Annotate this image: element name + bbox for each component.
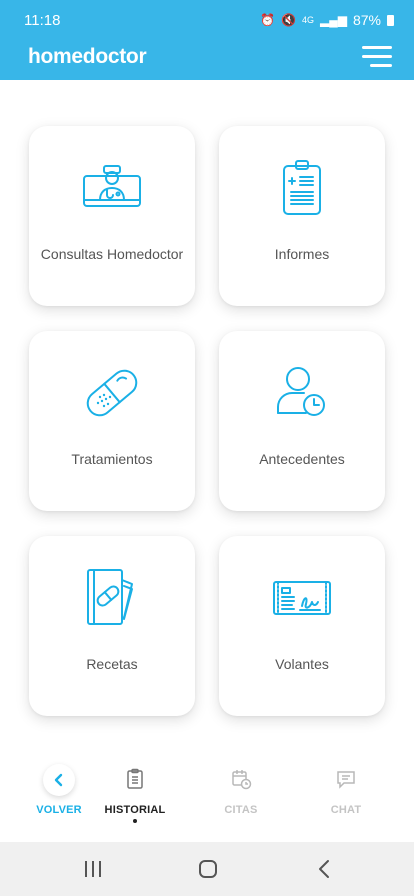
doctor-monitor-icon [83,165,141,207]
hamburger-menu-icon[interactable] [360,44,392,70]
signal-icon: ▂▄▆ [320,13,347,27]
app-header: homedoctor [0,44,414,80]
nav-label-chat: CHAT [330,804,362,816]
referral-slip-icon [273,581,331,615]
card-tratamientos[interactable]: Tratamientos [29,331,195,511]
chat-icon [337,771,355,789]
card-volantes[interactable]: Volantes [219,536,385,716]
chevron-left-icon [54,773,63,787]
back-icon[interactable] [313,857,337,881]
network-type: 4G [301,15,314,25]
system-nav-bar [0,842,414,896]
card-label: Antecedentes [259,451,345,467]
recent-apps-icon[interactable] [81,857,105,881]
prescription-book-icon [87,569,133,625]
brand-logo: homedoctor [28,45,147,68]
battery-icon [387,14,394,26]
nav-appointments[interactable]: CITAS [196,768,286,816]
pill-capsule-icon [86,369,138,417]
home-icon[interactable] [196,857,220,881]
card-label: Tratamientos [71,451,153,467]
bottom-nav: VOLVER HISTORIAL CITAS CHAT [0,760,414,840]
alarm-icon: ⏰ [260,13,276,27]
mute-icon: 🔇 [281,13,296,27]
active-indicator [133,819,137,823]
user-history-icon [277,367,325,416]
clipboard-report-icon [283,160,321,215]
status-time: 11:18 [24,12,61,29]
calendar-clock-icon [232,770,252,790]
back-button[interactable] [43,764,75,796]
card-informes[interactable]: Informes [219,126,385,306]
status-icons: ⏰ 🔇 4G ▂▄▆ 87% [260,12,394,28]
card-recetas[interactable]: Recetas [29,536,195,716]
nav-label-history: HISTORIAL [104,804,166,816]
clipboard-icon [127,768,143,789]
card-consultas[interactable]: Consultas Homedoctor [29,126,195,306]
card-label: Recetas [86,656,138,672]
nav-label-appointments: CITAS [224,804,258,816]
battery-percent: 87% [352,12,381,28]
status-bar: 11:18 ⏰ 🔇 4G ▂▄▆ 87% [0,0,414,44]
nav-chat[interactable]: CHAT [301,768,391,816]
card-label: Consultas Homedoctor [40,246,184,262]
card-label: Informes [274,246,330,262]
card-antecedentes[interactable]: Antecedentes [219,331,385,511]
card-label: Volantes [275,656,329,672]
nav-history[interactable]: HISTORIAL [90,768,180,823]
